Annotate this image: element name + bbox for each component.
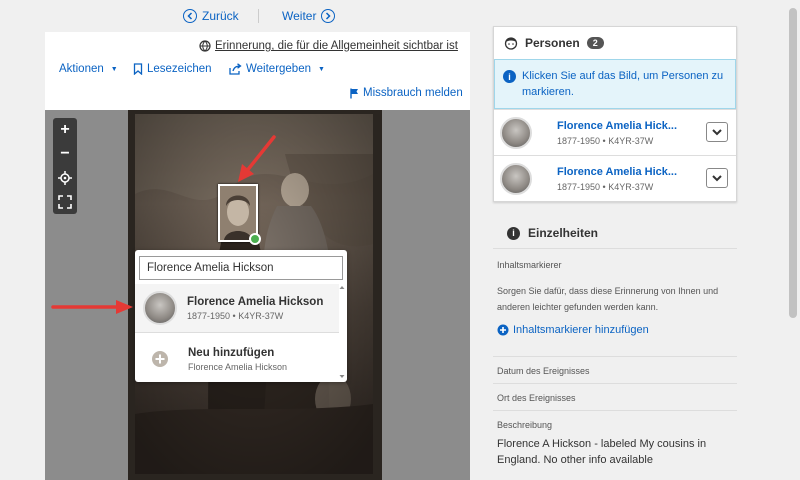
persons-header: Personen 2 [494, 27, 736, 59]
avatar [500, 116, 532, 149]
tag-status-dot [249, 233, 261, 245]
report-label: Missbrauch melden [363, 87, 463, 99]
tags-text: Sorgen Sie dafür, dass diese Erinnerung … [497, 286, 719, 312]
next-button[interactable]: Weiter [282, 9, 336, 23]
event-place-field[interactable]: Ort des Ereignisses [493, 383, 737, 410]
person-sub: 1877-1950 • K4YR-37W [557, 135, 654, 146]
event-place-label: Ort des Ereignisses [497, 393, 576, 403]
share-menu[interactable]: Weitergeben ▼ [229, 63, 325, 75]
expand-person-button[interactable] [706, 168, 728, 188]
share-icon [229, 63, 242, 75]
tags-section: Inhaltsmarkierer Sorgen Sie dafür, dass … [493, 248, 737, 356]
zoom-out-button[interactable]: − [53, 142, 77, 166]
event-date-label: Datum des Ereignisses [497, 366, 590, 376]
details-header: i Einzelheiten [493, 218, 737, 248]
description-text: Florence A Hickson - labeled My cousins … [497, 438, 707, 466]
globe-icon [199, 40, 211, 52]
chevron-down-icon [712, 128, 722, 135]
avatar [500, 162, 532, 195]
zoom-in-button[interactable]: + [53, 118, 77, 142]
add-new-label: Neu hinzufügen [188, 346, 275, 359]
chevron-down-icon [712, 174, 722, 181]
fullscreen-icon [58, 195, 72, 209]
add-tags-link[interactable]: Inhaltsmarkierer hinzufügen [497, 324, 733, 336]
back-button[interactable]: Zurück [183, 9, 239, 23]
match-name: Florence Amelia Hickson [187, 295, 324, 308]
persons-info-banner: i Klicken Sie auf das Bild, um Personen … [494, 59, 736, 109]
next-label: Weiter [282, 9, 317, 23]
persons-info-text: Klicken Sie auf das Bild, um Personen zu… [522, 70, 724, 98]
person-match-item[interactable]: Florence Amelia Hickson 1877-1950 • K4YR… [135, 284, 339, 332]
details-title: Einzelheiten [528, 226, 599, 240]
description-label: Beschreibung [497, 420, 553, 430]
back-label: Zurück [202, 9, 239, 23]
visibility-notice: Erinnerung, die für die Allgemeinheit si… [199, 40, 458, 52]
add-new-sub: Florence Amelia Hickson [188, 361, 288, 372]
caret-down-icon: ▼ [318, 65, 325, 73]
report-abuse-link[interactable]: Missbrauch melden [350, 87, 463, 99]
actions-menu[interactable]: Aktionen ▼ [59, 63, 118, 75]
tagged-face-thumbnail [220, 186, 256, 240]
person-face-icon [504, 37, 518, 50]
event-date-field[interactable]: Datum des Ereignisses [493, 356, 737, 383]
chevron-right-icon [321, 9, 336, 23]
tag-person-popup: Florence Amelia Hickson 1877-1950 • K4YR… [135, 250, 347, 382]
actions-label: Aktionen [59, 63, 104, 75]
person-search-input[interactable] [139, 256, 343, 280]
tags-label: Inhaltsmarkierer [497, 260, 562, 270]
add-circle-icon [152, 351, 168, 367]
zoom-controls: + − [53, 118, 77, 214]
persons-count-badge: 2 [586, 37, 604, 49]
annotation-arrow-icon [51, 300, 133, 314]
top-navigation: Zurück Weiter [0, 0, 490, 32]
details-panel: i Einzelheiten Inhaltsmarkierer Sorgen S… [493, 218, 737, 470]
right-sidebar: Personen 2 i Klicken Sie auf das Bild, u… [493, 26, 737, 202]
page-scrollbar[interactable] [786, 0, 800, 480]
person-row[interactable]: Florence Amelia Hick... 1877-1950 • K4YR… [494, 109, 736, 155]
flag-icon [350, 88, 358, 98]
bookmark-button[interactable]: Lesezeichen [133, 63, 212, 75]
info-icon: i [507, 226, 520, 240]
memory-header: Erinnerung, die für die Allgemeinheit si… [45, 32, 470, 110]
add-circle-icon [497, 324, 509, 336]
add-new-person-item[interactable]: Neu hinzufügen Florence Amelia Hickson [135, 338, 339, 380]
add-tags-label: Inhaltsmarkierer hinzufügen [513, 324, 649, 336]
person-sub: 1877-1950 • K4YR-37W [557, 181, 654, 192]
chevron-left-icon [183, 9, 197, 23]
expand-person-button[interactable] [706, 122, 728, 142]
visibility-text[interactable]: Erinnerung, die für die Allgemeinheit si… [215, 40, 458, 52]
annotation-arrow-icon [238, 135, 276, 182]
share-label: Weitergeben [246, 63, 311, 75]
caret-down-icon: ▼ [110, 65, 118, 73]
avatar [143, 291, 177, 325]
persons-card: Personen 2 i Klicken Sie auf das Bild, u… [493, 26, 737, 202]
bookmark-icon [133, 63, 143, 75]
scrollbar-thumb[interactable] [789, 8, 797, 318]
popup-scrollbar[interactable] [338, 284, 346, 380]
nav-divider [258, 9, 259, 23]
person-name[interactable]: Florence Amelia Hick... [557, 166, 677, 178]
bookmark-label: Lesezeichen [147, 63, 212, 75]
persons-title: Personen [525, 36, 580, 50]
recenter-button[interactable] [53, 166, 77, 190]
match-sub: 1877-1950 • K4YR-37W [187, 310, 284, 321]
fullscreen-button[interactable] [53, 190, 77, 214]
crosshair-icon [58, 171, 72, 185]
popup-divider [135, 332, 339, 333]
person-row[interactable]: Florence Amelia Hick... 1877-1950 • K4YR… [494, 155, 736, 201]
info-icon: i [503, 70, 516, 83]
description-field[interactable]: Beschreibung Florence A Hickson - labele… [493, 410, 737, 470]
person-name[interactable]: Florence Amelia Hick... [557, 120, 677, 132]
